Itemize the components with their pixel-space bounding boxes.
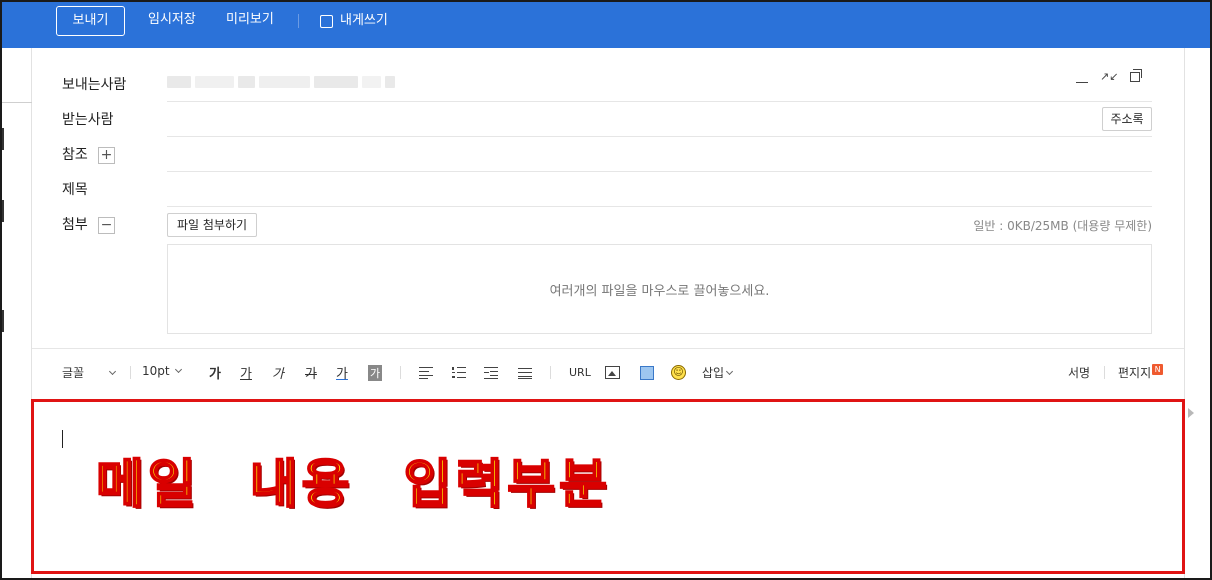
insert-menu[interactable]: 삽입 xyxy=(702,364,734,381)
signature-button[interactable]: 서명 xyxy=(1068,364,1090,381)
stationery-button[interactable]: 편지지 N xyxy=(1118,364,1164,381)
sender-address-blurred xyxy=(167,72,395,92)
left-panel-edge xyxy=(2,48,32,578)
expand-right-icon[interactable] xyxy=(1188,408,1194,418)
row-divider xyxy=(167,101,1152,102)
left-edge-mark xyxy=(2,200,4,222)
numbered-list-icon[interactable] xyxy=(452,367,466,379)
compose-toolbar: 보내기 임시저장 미리보기 내게쓰기 xyxy=(2,2,1210,48)
row-divider xyxy=(167,136,1152,137)
cc-label: 참조 xyxy=(62,147,88,163)
row-divider xyxy=(167,171,1152,172)
strikethrough-button[interactable]: 가 xyxy=(305,363,317,382)
text-caret xyxy=(62,430,63,448)
send-to-self-toggle[interactable]: 내게쓰기 xyxy=(306,6,402,36)
new-badge: N xyxy=(1152,364,1164,375)
row-divider xyxy=(167,206,1152,207)
dropzone-hint: 여러개의 파일을 마우스로 끌어놓으세요. xyxy=(549,283,770,299)
font-family-label: 글꼴 xyxy=(62,366,85,380)
indent-icon[interactable] xyxy=(484,367,498,379)
underline-button[interactable]: 가 xyxy=(240,363,252,382)
emoticon-icon[interactable]: ☺ xyxy=(671,365,686,380)
left-edge-mark xyxy=(2,128,4,150)
stationery-label: 편지지 xyxy=(1118,366,1152,380)
minimize-icon[interactable] xyxy=(1076,82,1088,83)
toolbar-divider xyxy=(400,366,401,379)
file-dropzone[interactable]: 여러개의 파일을 마우스로 끌어놓으세요. xyxy=(167,244,1152,334)
attach-label: 첨부 xyxy=(62,217,88,233)
preview-button[interactable]: 미리보기 xyxy=(212,6,288,36)
insert-label: 삽입 xyxy=(702,366,725,380)
left-divider xyxy=(2,102,32,103)
popout-icon[interactable] xyxy=(1130,68,1143,82)
horizontal-rule-icon[interactable] xyxy=(518,367,532,379)
send-to-self-label: 내게쓰기 xyxy=(340,13,388,28)
chevron-down-icon xyxy=(726,367,734,376)
table-icon[interactable] xyxy=(640,366,654,380)
send-button[interactable]: 보내기 xyxy=(56,6,125,36)
editor-toolbar: 글꼴 10pt 가 가 가 가 가 가 URL ☺ 삽입 서명 편지지 N xyxy=(32,348,1184,396)
attach-file-button[interactable]: 파일 첨부하기 xyxy=(167,213,257,237)
save-draft-button[interactable]: 임시저장 xyxy=(134,6,210,36)
right-panel-edge xyxy=(1184,48,1210,578)
font-size-select[interactable]: 10pt xyxy=(142,364,182,378)
text-color-button[interactable]: 가 xyxy=(336,363,348,382)
window-controls: ↗↙ xyxy=(1076,68,1143,83)
attachment-quota: 일반 : 0KB/25MB (대용량 무제한) xyxy=(973,219,1152,233)
address-book-button[interactable]: 주소록 xyxy=(1102,107,1152,131)
insert-url-button[interactable]: URL xyxy=(569,366,591,379)
bold-button[interactable]: 가 xyxy=(209,363,221,382)
toolbar-divider xyxy=(130,366,131,379)
font-family-select[interactable]: 글꼴 xyxy=(62,364,117,381)
align-left-icon[interactable] xyxy=(419,367,433,379)
background-color-button[interactable]: 가 xyxy=(368,365,383,381)
expand-cc-icon[interactable]: + xyxy=(98,147,115,164)
chevron-down-icon xyxy=(174,365,182,374)
shrink-icon[interactable]: ↗↙ xyxy=(1100,70,1118,83)
image-icon[interactable] xyxy=(605,366,620,379)
recipient-label: 받는사람 xyxy=(62,112,114,128)
checkbox-icon[interactable] xyxy=(320,14,333,28)
font-size-label: 10pt xyxy=(142,364,170,378)
toolbar-divider xyxy=(298,14,299,28)
collapse-attach-icon[interactable]: − xyxy=(98,217,115,234)
sender-label: 보내는사람 xyxy=(62,77,127,93)
left-edge-mark xyxy=(2,310,4,332)
toolbar-divider xyxy=(1104,366,1105,379)
italic-button[interactable]: 가 xyxy=(272,363,284,382)
annotation-overlay-text: 메일 내용 입력부분 xyxy=(95,454,611,516)
chevron-down-icon xyxy=(109,367,117,376)
mail-compose-window: 보내기 임시저장 미리보기 내게쓰기 보내는사람 ↗↙ 받는사람 주소록 참조 … xyxy=(0,0,1212,580)
subject-label: 제목 xyxy=(62,182,88,198)
toolbar-divider xyxy=(550,366,551,379)
mail-body-editor[interactable]: 메일 내용 입력부분 xyxy=(31,399,1185,574)
